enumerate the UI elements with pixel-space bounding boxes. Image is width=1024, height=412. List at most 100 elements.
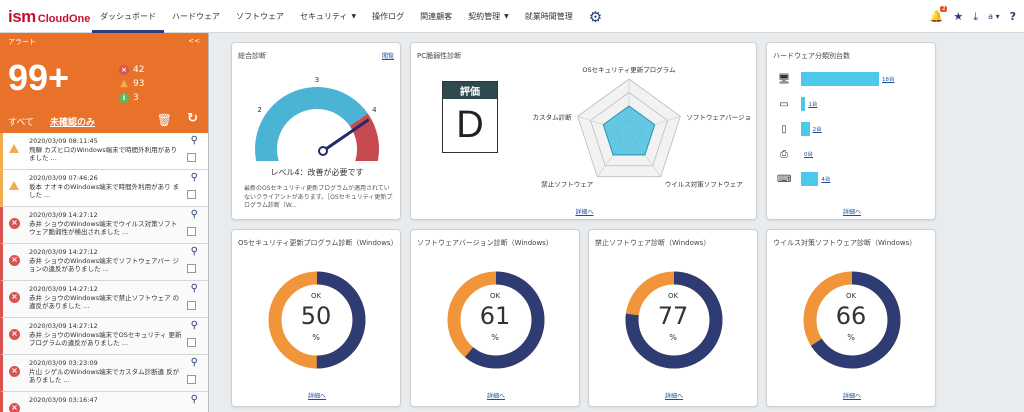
- warning-icon: [9, 144, 19, 153]
- printer-icon: ⎙: [780, 148, 788, 160]
- search-icon[interactable]: ⚲: [191, 321, 198, 331]
- donut-percent-value: 50: [300, 302, 332, 330]
- nav-item-6[interactable]: 契約管理 ▼: [460, 0, 517, 33]
- nav-item-3[interactable]: セキュリティ ▼: [292, 0, 364, 33]
- notification-bell-icon[interactable]: 🔔 2: [930, 6, 948, 23]
- info-icon: i: [119, 93, 129, 103]
- radar-axis-label: 禁止ソフトウェア: [541, 180, 594, 189]
- hardware-count-label[interactable]: 1台: [808, 100, 817, 108]
- donut-unit: %: [847, 333, 855, 342]
- radar-axis-label: ソフトウェアバージョン: [686, 113, 751, 121]
- alert-checkbox[interactable]: [187, 264, 196, 273]
- header-actions: 🔔 2 ★ ⤓ a ▾ ?: [930, 0, 1016, 33]
- alert-text: 飛騨 カズヒロのWindows端末で時間外利用があり ました ...: [29, 145, 178, 163]
- gear-icon[interactable]: ⚙: [581, 0, 610, 33]
- hardware-bar: [801, 72, 879, 86]
- donut-detail-link[interactable]: 詳細へ: [232, 391, 402, 400]
- radar-chart: OSセキュリティ更新プログラムソフトウェアバージョンウイルス対策ソフトウェア 禁止…: [533, 65, 751, 189]
- alert-item[interactable]: × 2020/03/09 14:27:12 赤井 ショウのWindows端末でウイル…: [0, 207, 208, 244]
- level-text: レベル4：改善が必要です: [270, 168, 364, 177]
- nav-item-label: ソフトウェア: [236, 12, 284, 21]
- notification-badge: 2: [940, 6, 948, 12]
- radar-axis-label: OSセキュリティ更新プログラム: [582, 65, 676, 74]
- alert-checkbox[interactable]: [187, 301, 196, 310]
- hardware-count-label[interactable]: 4台: [821, 175, 830, 183]
- alert-item[interactable]: × 2020/03/09 14:27:12 赤井 ショウのWindows端末で禁止ソ…: [0, 281, 208, 318]
- collapse-sidebar-button[interactable]: <<: [188, 37, 200, 45]
- trash-icon[interactable]: 🗑: [157, 113, 172, 127]
- monitor-icon: ▭: [779, 98, 789, 110]
- alert-text: 赤井 ショウのWindows端末でソフトウェアバー ジョンの違反がありました .…: [29, 256, 179, 274]
- alert-item[interactable]: 2020/03/09 07:46:26 坂本 ナオキのWindows端末で時間外利…: [0, 170, 208, 207]
- filter-all[interactable]: すべて: [8, 115, 34, 128]
- alert-checkbox[interactable]: [187, 190, 196, 199]
- error-count-row[interactable]: × 42: [119, 63, 144, 77]
- hardware-row[interactable]: ⎙ 0台: [777, 146, 813, 162]
- gauge-hub: [318, 146, 328, 156]
- alert-item[interactable]: × 2020/03/09 03:23:09 片山 シゲルのWindows端末でカスタ…: [0, 355, 208, 392]
- alert-time: 2020/03/09 03:16:47: [29, 396, 98, 404]
- level-gauge: 12345: [255, 76, 379, 161]
- nav-item-0[interactable]: ダッシュボード: [92, 0, 164, 33]
- nav-item-4[interactable]: 操作ログ: [364, 0, 412, 33]
- alert-time: 2020/03/09 08:11:45: [29, 137, 98, 145]
- ism-cloudone-logo[interactable]: ism CloudOne: [8, 7, 90, 26]
- search-icon[interactable]: ⚲: [191, 284, 198, 294]
- alert-list: 2020/03/09 08:11:45 飛騨 カズヒロのWindows端末で時間外…: [0, 133, 208, 412]
- info-count-row[interactable]: i3: [119, 91, 144, 105]
- warning-count: 93: [133, 79, 145, 89]
- alert-time: 2020/03/09 14:27:12: [29, 322, 98, 330]
- grade-box: 評価 D: [442, 81, 498, 153]
- grade-label: 評価: [443, 82, 497, 99]
- donut-detail-link[interactable]: 詳細へ: [411, 391, 581, 400]
- hw-detail-link[interactable]: 詳細へ: [767, 207, 937, 216]
- alert-item[interactable]: × 2020/03/09 03:16:47 ⚲: [0, 392, 208, 412]
- search-icon[interactable]: ⚲: [191, 136, 198, 146]
- alert-checkbox[interactable]: [187, 338, 196, 347]
- search-icon[interactable]: ⚲: [191, 210, 198, 220]
- alert-checkbox[interactable]: [187, 153, 196, 162]
- search-icon[interactable]: ⚲: [191, 358, 198, 368]
- alert-checkbox[interactable]: [187, 375, 196, 384]
- hardware-bar: [801, 97, 806, 111]
- top-navigation-bar: ism CloudOne ダッシュボード ハードウェア ソフトウェア セキュリティ ▼ 操…: [0, 0, 1024, 33]
- logo-main: ism: [8, 7, 36, 26]
- alert-filters: すべて 未確認のみ: [8, 115, 95, 128]
- nav-item-5[interactable]: 関連顧客: [412, 0, 460, 33]
- user-menu[interactable]: a ▾: [988, 12, 999, 21]
- alert-summary-panel: アラート << 99+ × 42 ▲ 93 i3 すべて 未確認のみ 🗑 ↻: [0, 33, 208, 133]
- hardware-row[interactable]: ▭ 1台: [777, 96, 817, 112]
- alert-item[interactable]: × 2020/03/09 14:27:12 赤井 ショウのWindows端末でOSセ…: [0, 318, 208, 355]
- hardware-count-label[interactable]: 18台: [882, 75, 895, 83]
- download-icon[interactable]: ⤓: [973, 10, 978, 24]
- gauge-tick-label: 4: [372, 106, 377, 114]
- donut-detail-link[interactable]: 詳細へ: [589, 391, 759, 400]
- filter-unread[interactable]: 未確認のみ: [50, 115, 95, 128]
- alert-item[interactable]: × 2020/03/09 14:27:12 赤井 ショウのWindows端末でソフト…: [0, 244, 208, 281]
- nav-item-2[interactable]: ソフトウェア: [228, 0, 292, 33]
- donut-card: 禁止ソフトウェア診断（Windows） OK 77% 詳細へ: [588, 229, 758, 407]
- caret-down-icon: ▼: [351, 13, 357, 20]
- alert-item[interactable]: 2020/03/09 08:11:45 飛騨 カズヒロのWindows端末で時間外…: [0, 133, 208, 170]
- overall-view-link[interactable]: 閲覧: [382, 51, 394, 60]
- warning-count-row[interactable]: ▲ 93: [119, 77, 144, 91]
- search-icon[interactable]: ⚲: [191, 395, 198, 405]
- alert-checkbox[interactable]: [187, 227, 196, 236]
- search-icon[interactable]: ⚲: [191, 247, 198, 257]
- nav-item-1[interactable]: ハードウェア: [164, 0, 228, 33]
- hardware-row[interactable]: 🖥 18台: [777, 71, 895, 87]
- hardware-row[interactable]: ⌨ 4台: [777, 171, 830, 187]
- help-icon[interactable]: ?: [1010, 10, 1016, 23]
- hardware-row[interactable]: ▯ 2台: [777, 121, 822, 137]
- hardware-count-label[interactable]: 2台: [813, 125, 822, 133]
- search-icon[interactable]: ⚲: [191, 173, 198, 183]
- hardware-count-card: ハードウェア分類別台数 🖥 18台 ▭ 1台 ▯ 2台 ⎙ 0台 ⌨ 4台 詳細へ: [766, 42, 936, 220]
- error-icon: ×: [9, 292, 20, 303]
- donut-detail-link[interactable]: 詳細へ: [767, 391, 937, 400]
- hardware-count-label[interactable]: 0台: [804, 150, 813, 158]
- refresh-icon[interactable]: ↻: [187, 111, 198, 126]
- nav-item-label: 就業時間管理: [524, 12, 573, 21]
- pc-detail-link[interactable]: 詳細へ: [411, 207, 758, 216]
- nav-item-7[interactable]: 就業時間管理: [517, 0, 581, 33]
- favorite-star-icon[interactable]: ★: [953, 10, 963, 23]
